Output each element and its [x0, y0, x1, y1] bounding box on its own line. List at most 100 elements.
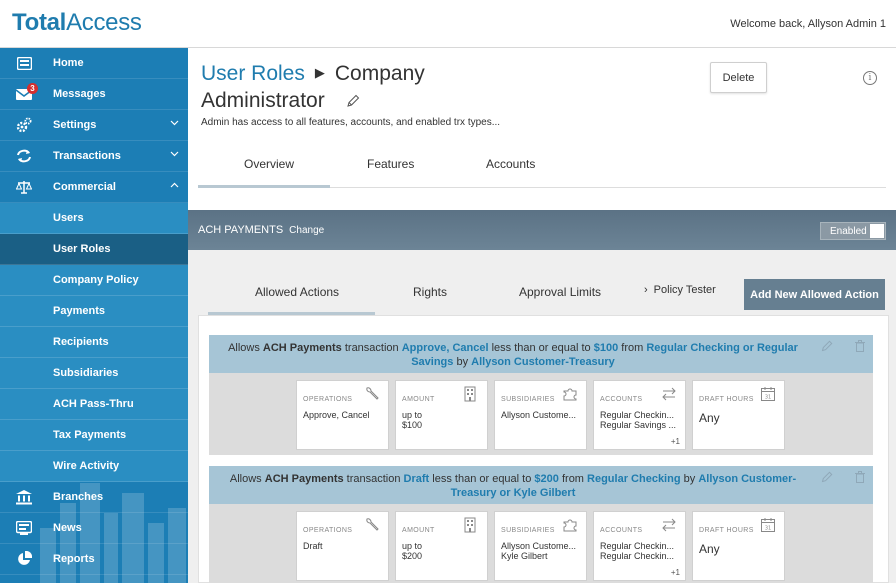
subtab-rights[interactable]: Rights — [413, 285, 447, 299]
sidebar-subitem-payments[interactable]: Payments — [0, 296, 188, 327]
tab-features[interactable]: Features — [367, 157, 414, 171]
tab-overview[interactable]: Overview — [244, 157, 294, 171]
accounts-card[interactable]: ACCOUNTS Regular Checkin... Regular Savin… — [593, 380, 686, 450]
subtab-policy-tester-label: Policy Tester — [653, 284, 716, 296]
rule-by-link[interactable]: Allyson Customer-Treasury — [471, 356, 615, 368]
add-new-allowed-action-button[interactable]: Add New Allowed Action — [744, 279, 885, 310]
card-label: ACCOUNTS — [600, 396, 643, 403]
info-icon[interactable]: i — [863, 71, 877, 85]
edit-rule-pencil-icon[interactable] — [821, 470, 833, 483]
unread-badge: 3 — [27, 83, 38, 94]
swap-arrows-icon — [661, 386, 677, 402]
sidebar-item-settings[interactable]: Settings — [0, 110, 188, 141]
sidebar-item-messages[interactable]: 3 Messages — [0, 79, 188, 110]
subsidiaries-card[interactable]: SUBSIDIARIES Allyson Custome... Kyle Gilb… — [494, 511, 587, 581]
rule-word: by — [683, 473, 696, 485]
change-link[interactable]: Change — [289, 225, 324, 236]
operations-card[interactable]: OPERATIONS Approve, Cancel — [296, 380, 389, 450]
card-value-line: Regular Checkin... — [600, 551, 675, 561]
card-label: OPERATIONS — [303, 527, 353, 534]
draft-hours-card[interactable]: DRAFT HOURS 31 Any — [692, 380, 785, 450]
card-value-line: Regular Checkin... — [600, 541, 675, 551]
sidebar-item-home[interactable]: Home — [0, 48, 188, 79]
accounts-card[interactable]: ACCOUNTS Regular Checkin... Regular Check… — [593, 511, 686, 581]
sidebar-subitem-label: Payments — [53, 305, 105, 317]
card-value: Allyson Custome... Kyle Gilbert — [501, 541, 576, 561]
chevron-down-icon — [170, 149, 179, 160]
rule-header: Allows ACH Payments transaction Approve,… — [209, 335, 873, 373]
sidebar-item-transactions[interactable]: Transactions — [0, 141, 188, 172]
subtab-policy-tester[interactable]: › Policy Tester — [644, 284, 716, 296]
sidebar-item-label: Branches — [53, 491, 104, 503]
delete-rule-trash-icon[interactable] — [854, 470, 866, 483]
sidebar-subitem-recipients[interactable]: Recipients — [0, 327, 188, 358]
sidebar-subitem-label: Wire Activity — [53, 460, 120, 472]
sidebar-subitem-label: Tax Payments — [53, 429, 127, 441]
scale-icon — [15, 179, 33, 195]
calendar-icon: 31 — [760, 386, 776, 402]
rule-amount-link[interactable]: $200 — [534, 473, 558, 485]
subtab-approval-limits[interactable]: Approval Limits — [519, 285, 601, 299]
section-header-bar: ACH PAYMENTS Change Enabled — [188, 210, 896, 250]
card-label: DRAFT HOURS — [699, 396, 754, 403]
edit-rule-pencil-icon[interactable] — [821, 339, 833, 352]
sidebar-item-branches[interactable]: Branches — [0, 482, 188, 513]
card-value: Draft — [303, 541, 323, 551]
card-value-line: Kyle Gilbert — [501, 551, 548, 561]
sidebar-item-label: Messages — [53, 88, 106, 100]
sidebar-subitem-users[interactable]: Users — [0, 203, 188, 234]
sidebar-item-reports[interactable]: Reports — [0, 544, 188, 575]
rule-summary: Allows ACH Payments transaction Approve,… — [214, 341, 812, 369]
sidebar-item-label: Transactions — [53, 150, 121, 162]
puzzle-icon — [562, 517, 578, 533]
sidebar-item-commercial[interactable]: Commercial — [0, 172, 188, 203]
card-value: Any — [699, 542, 720, 556]
page-title-line1: User Roles ▶ Company — [201, 62, 425, 86]
card-value-line: Regular Savings ... — [600, 420, 677, 430]
allowed-action-rule: Allows ACH Payments transaction Draft le… — [209, 466, 873, 583]
subsidiaries-card[interactable]: SUBSIDIARIES Allyson Custome... — [494, 380, 587, 450]
edit-pencil-icon[interactable] — [346, 94, 360, 108]
subtab-allowed-actions[interactable]: Allowed Actions — [255, 285, 339, 299]
amount-card[interactable]: AMOUNT up to $100 — [395, 380, 488, 450]
breadcrumb-user-roles[interactable]: User Roles — [201, 62, 305, 85]
card-label: AMOUNT — [402, 396, 435, 403]
sidebar-subitem-subsidiaries[interactable]: Subsidiaries — [0, 358, 188, 389]
sidebar-subitem-company-policy[interactable]: Company Policy — [0, 265, 188, 296]
draft-hours-card[interactable]: DRAFT HOURS 31 Any — [692, 511, 785, 581]
operations-card[interactable]: OPERATIONS Draft — [296, 511, 389, 581]
main-content: User Roles ▶ Company Administrator Admin h… — [188, 48, 896, 583]
amount-card[interactable]: AMOUNT up to $200 — [395, 511, 488, 581]
sidebar-item-label: News — [53, 522, 82, 534]
welcome-text: Welcome back, Allyson Admin 1 — [730, 18, 886, 30]
card-value: up to $100 — [402, 410, 422, 430]
wrench-icon — [364, 517, 380, 533]
rule-actions-link[interactable]: Approve, Cancel — [402, 342, 489, 354]
card-label: DRAFT HOURS — [699, 527, 754, 534]
transfer-icon — [15, 148, 33, 164]
card-value: up to $200 — [402, 541, 422, 561]
rule-amount-link[interactable]: $100 — [594, 342, 618, 354]
sidebar-subitem-user-roles[interactable]: User Roles — [0, 234, 188, 265]
sidebar-subitem-label: User Roles — [53, 243, 111, 255]
rule-word: transaction — [344, 342, 399, 354]
card-label: ACCOUNTS — [600, 527, 643, 534]
rule-summary: Allows ACH Payments transaction Draft le… — [214, 472, 812, 500]
card-value-line: $200 — [402, 551, 423, 561]
delete-rule-trash-icon[interactable] — [854, 339, 866, 352]
rule-actions-link[interactable]: Draft — [404, 473, 430, 485]
rule-word: Allows — [229, 473, 262, 485]
sidebar-subitem-tax-payments[interactable]: Tax Payments — [0, 420, 188, 451]
sidebar-item-label: Home — [53, 57, 84, 69]
tab-accounts[interactable]: Accounts — [486, 157, 535, 171]
enabled-toggle[interactable]: Enabled — [820, 222, 886, 240]
sidebar-item-news[interactable]: News — [0, 513, 188, 544]
card-label: AMOUNT — [402, 527, 435, 534]
sidebar-subitem-ach-pass-thru[interactable]: ACH Pass-Thru — [0, 389, 188, 420]
rule-accounts-link[interactable]: Regular Checking — [587, 473, 681, 485]
sidebar-subitem-wire-activity[interactable]: Wire Activity — [0, 451, 188, 482]
card-label: SUBSIDIARIES — [501, 396, 555, 403]
app-logo[interactable]: TotalAccess — [12, 9, 142, 37]
gear-icon — [15, 117, 33, 133]
delete-button[interactable]: Delete — [710, 62, 767, 93]
